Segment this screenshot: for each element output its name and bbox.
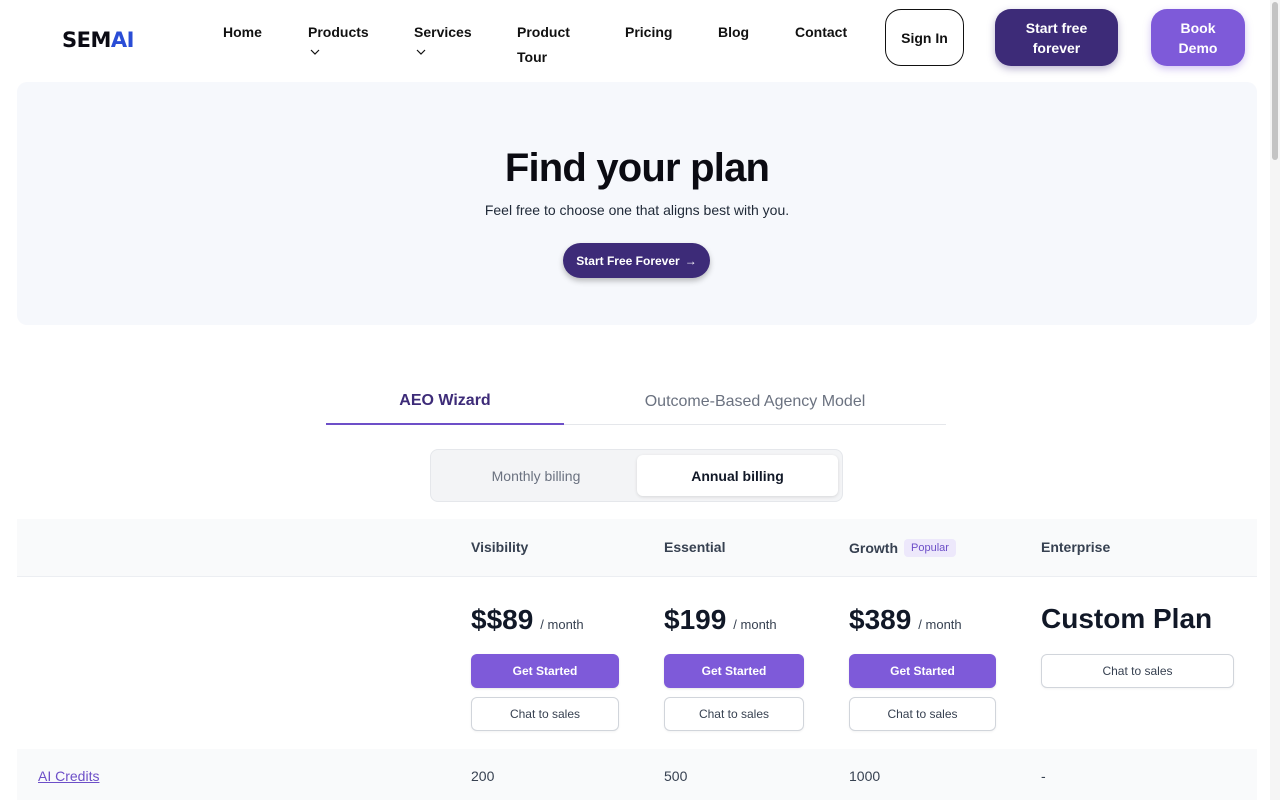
price-period: / month: [733, 617, 777, 632]
price-period: / month: [918, 617, 962, 632]
chat-to-sales-visibility-button[interactable]: Chat to sales: [471, 697, 619, 731]
price-amount: $$89: [471, 604, 534, 635]
popular-badge: Popular: [904, 539, 956, 557]
chat-to-sales-growth-button[interactable]: Chat to sales: [849, 697, 996, 731]
annual-billing-option[interactable]: Annual billing: [637, 455, 838, 496]
plan-name-growth-label: Growth: [849, 540, 898, 556]
tab-outcome-based-agency-model[interactable]: Outcome-Based Agency Model: [564, 378, 946, 425]
semai-logo[interactable]: SEMAI: [62, 28, 134, 52]
price-growth: $389 / month: [849, 604, 962, 636]
nav-home[interactable]: Home: [223, 20, 262, 45]
logo-text-sem: SEM: [62, 28, 111, 52]
feature-ai-credits-link[interactable]: AI Credits: [38, 768, 99, 784]
plan-name-enterprise: Enterprise: [1041, 539, 1111, 555]
page-subtitle: Feel free to choose one that aligns best…: [484, 202, 790, 218]
nav-contact[interactable]: Contact: [795, 20, 847, 45]
price-enterprise: Custom Plan: [1041, 603, 1213, 634]
nav-products[interactable]: Products: [308, 20, 369, 57]
top-navigation: SEMAI Home Products Services Product Tou…: [0, 0, 1270, 80]
price-period: / month: [540, 617, 584, 632]
arrow-right-icon: →: [684, 253, 697, 268]
price-amount: $199: [664, 604, 727, 635]
feature-value-essential: 500: [664, 768, 688, 784]
get-started-visibility-button[interactable]: Get Started: [471, 654, 619, 688]
get-started-growth-button[interactable]: Get Started: [849, 654, 996, 688]
billing-toggle: Monthly billing Annual billing: [430, 449, 843, 502]
hero-section: Find your plan Feel free to choose one t…: [17, 82, 1257, 325]
price-essential: $199 / month: [664, 604, 777, 636]
feature-value-growth: 1000: [849, 768, 881, 784]
get-started-essential-button[interactable]: Get Started: [664, 654, 804, 688]
chat-to-sales-enterprise-button[interactable]: Chat to sales: [1041, 654, 1234, 688]
start-free-forever-button[interactable]: Start free forever: [995, 9, 1118, 66]
price-amount: $389: [849, 604, 912, 635]
cta-label: Start Free Forever: [576, 253, 680, 268]
start-free-forever-cta[interactable]: Start Free Forever →: [563, 243, 710, 278]
plan-name-essential: Essential: [664, 539, 726, 555]
nav-products-label: Products: [308, 24, 369, 40]
chevron-down-icon: [416, 49, 426, 55]
feature-value-visibility: 200: [471, 768, 495, 784]
tab-aeo-wizard[interactable]: AEO Wizard: [326, 378, 564, 425]
chevron-down-icon: [310, 49, 320, 55]
plan-header-row: Visibility Essential Growth Popular Ente…: [17, 519, 1257, 577]
sign-in-button[interactable]: Sign In: [885, 9, 964, 66]
monthly-billing-option[interactable]: Monthly billing: [436, 455, 636, 496]
plan-name-visibility: Visibility: [471, 539, 529, 555]
plan-name-growth: Growth Popular: [849, 539, 956, 557]
price-visibility: $$89 / month: [471, 604, 584, 636]
nav-product-tour[interactable]: Product Tour: [517, 20, 577, 70]
book-demo-button[interactable]: Book Demo: [1151, 9, 1245, 66]
feature-value-enterprise: -: [1041, 768, 1046, 784]
page-scrollbar[interactable]: [1270, 0, 1280, 800]
table-row: AI Credits 200 500 1000 -: [17, 749, 1257, 800]
scrollbar-thumb[interactable]: [1272, 2, 1278, 160]
nav-services[interactable]: Services: [414, 20, 472, 57]
logo-text-ai: AI: [110, 28, 135, 52]
chat-to-sales-essential-button[interactable]: Chat to sales: [664, 697, 804, 731]
page-title: Find your plan: [504, 146, 770, 190]
nav-services-label: Services: [414, 24, 472, 40]
product-tabs: AEO Wizard Outcome-Based Agency Model: [326, 378, 946, 425]
nav-pricing[interactable]: Pricing: [625, 20, 672, 45]
nav-blog[interactable]: Blog: [718, 20, 749, 45]
